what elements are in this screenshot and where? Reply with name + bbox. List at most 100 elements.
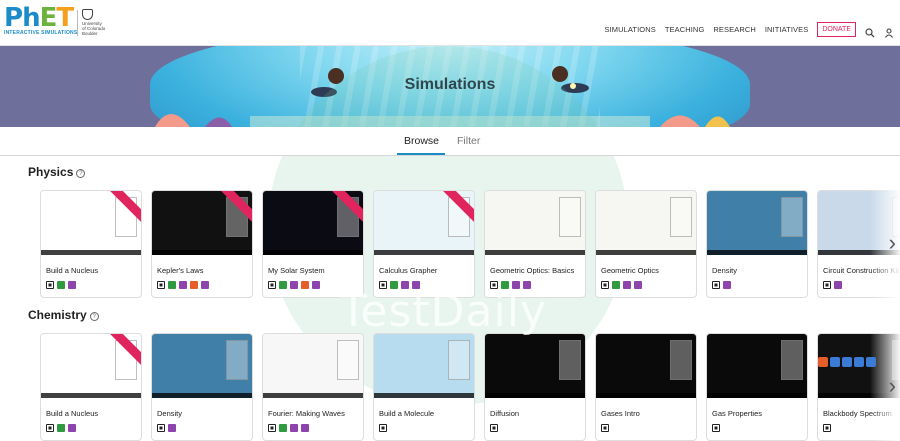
watermark-text: TestDaily: [340, 286, 547, 337]
university-logo[interactable]: University of Colorado Boulder: [82, 9, 106, 36]
section-title-text: Chemistry: [28, 308, 87, 322]
sim-nav-bar: [41, 393, 141, 398]
tab-browse[interactable]: Browse: [404, 135, 439, 147]
sim-thumbnail[interactable]: [374, 334, 474, 398]
sim-nav-bar: [707, 393, 807, 398]
section-title-physics: Physics?: [28, 165, 86, 179]
sim-card[interactable]: Diffusion: [484, 333, 586, 441]
sim-title[interactable]: My Solar System: [268, 266, 325, 275]
sim-control-panel: [781, 340, 803, 380]
sim-thumbnail[interactable]: [707, 191, 807, 255]
sim-thumbnail[interactable]: [41, 191, 141, 255]
user-icon[interactable]: [884, 25, 894, 38]
search-icon[interactable]: [865, 25, 875, 37]
sim-nav-bar: [707, 250, 807, 255]
cu-seal-icon: [82, 9, 93, 20]
sim-thumbnail[interactable]: [596, 334, 696, 398]
purple-badge-icon: [290, 424, 298, 432]
sim-thumbnail[interactable]: [707, 334, 807, 398]
sim-card[interactable]: Geometric Optics: [595, 190, 697, 298]
sim-card[interactable]: Build a Nucleus: [40, 190, 142, 298]
nav-teaching[interactable]: TEACHING: [665, 25, 705, 34]
green-badge-icon: [279, 281, 287, 289]
scroll-right-button[interactable]: ›: [870, 190, 900, 298]
sim-title[interactable]: Gas Properties: [712, 409, 762, 418]
toolbar-icon[interactable]: [842, 357, 852, 367]
sim-badges: [46, 281, 76, 289]
sim-card[interactable]: Kepler's Laws: [151, 190, 253, 298]
sim-control-panel: [559, 340, 581, 380]
sim-title[interactable]: Geometric Optics: Basics: [490, 266, 574, 275]
nav-research[interactable]: RESEARCH: [713, 25, 755, 34]
scroll-right-button[interactable]: ›: [870, 333, 900, 441]
sim-thumbnail[interactable]: [263, 334, 363, 398]
sim-control-panel: [448, 340, 470, 380]
tab-filter[interactable]: Filter: [457, 135, 480, 147]
sim-control-panel: [781, 197, 803, 237]
sim-title[interactable]: Geometric Optics: [601, 266, 659, 275]
sim-card[interactable]: Gas Properties: [706, 333, 808, 441]
sim-thumbnail[interactable]: [485, 191, 585, 255]
sim-thumbnail[interactable]: [152, 334, 252, 398]
green-badge-icon: [57, 424, 65, 432]
dark-badge-icon: [490, 424, 498, 432]
sim-title[interactable]: Density: [712, 266, 737, 275]
green-badge-icon: [168, 281, 176, 289]
sim-card[interactable]: Gases Intro: [595, 333, 697, 441]
card-row-physics: Build a Nucleus Kepler's Laws My Solar Sys…: [40, 190, 900, 298]
green-badge-icon: [57, 281, 65, 289]
sim-card[interactable]: Build a Nucleus: [40, 333, 142, 441]
sim-thumbnail[interactable]: [152, 191, 252, 255]
purple-badge-icon: [179, 281, 187, 289]
sim-card[interactable]: My Solar System: [262, 190, 364, 298]
sim-nav-bar: [485, 393, 585, 398]
sim-card[interactable]: Fourier: Making Waves: [262, 333, 364, 441]
sim-badges: [823, 424, 831, 432]
sim-badges: [157, 424, 176, 432]
sim-card[interactable]: Density: [706, 190, 808, 298]
floating-toolbar: [818, 356, 876, 368]
sim-title[interactable]: Build a Molecule: [379, 409, 434, 418]
orange-badge-icon: [301, 281, 309, 289]
green-badge-icon: [279, 424, 287, 432]
sim-badges: [490, 424, 498, 432]
sim-title[interactable]: Density: [157, 409, 182, 418]
sim-title[interactable]: Diffusion: [490, 409, 519, 418]
sim-title[interactable]: Gases Intro: [601, 409, 640, 418]
sim-nav-bar: [596, 393, 696, 398]
phet-logo[interactable]: PhET INTERACTIVE SIMULATIONS: [4, 5, 77, 40]
sim-title[interactable]: Calculus Grapher: [379, 266, 437, 275]
university-name: University of Colorado Boulder: [82, 21, 106, 36]
purple-badge-icon: [168, 424, 176, 432]
purple-badge-icon: [290, 281, 298, 289]
sim-title[interactable]: Kepler's Laws: [157, 266, 203, 275]
section-title-text: Physics: [28, 165, 74, 179]
sim-thumbnail[interactable]: [263, 191, 363, 255]
sim-card[interactable]: Geometric Optics: Basics: [484, 190, 586, 298]
sim-thumbnail[interactable]: [374, 191, 474, 255]
toolbar-icon[interactable]: [854, 357, 864, 367]
sim-badges: [268, 281, 320, 289]
sim-thumbnail[interactable]: [41, 334, 141, 398]
sim-title[interactable]: Fourier: Making Waves: [268, 409, 345, 418]
toolbar-app-icon[interactable]: [818, 357, 828, 367]
nav-initiatives[interactable]: INITIATIVES: [765, 25, 808, 34]
sim-title[interactable]: Build a Nucleus: [46, 409, 98, 418]
sim-card[interactable]: Calculus Grapher: [373, 190, 475, 298]
toolbar-icon[interactable]: [866, 357, 876, 367]
help-icon[interactable]: ?: [76, 169, 86, 178]
sim-nav-bar: [263, 393, 363, 398]
sim-thumbnail[interactable]: [485, 334, 585, 398]
donate-button[interactable]: DONATE: [817, 22, 856, 37]
nav-simulations[interactable]: SIMULATIONS: [604, 25, 655, 34]
sim-title[interactable]: Build a Nucleus: [46, 266, 98, 275]
sim-thumbnail[interactable]: [596, 191, 696, 255]
sim-nav-bar: [485, 250, 585, 255]
sim-card[interactable]: Build a Molecule: [373, 333, 475, 441]
sim-card[interactable]: Density: [151, 333, 253, 441]
card-row-chemistry: Build a Nucleus Density Fourier: Making Wa…: [40, 333, 900, 441]
sim-badges: [601, 281, 642, 289]
sim-nav-bar: [152, 250, 252, 255]
toolbar-icon[interactable]: [830, 357, 840, 367]
help-icon[interactable]: ?: [89, 312, 99, 321]
